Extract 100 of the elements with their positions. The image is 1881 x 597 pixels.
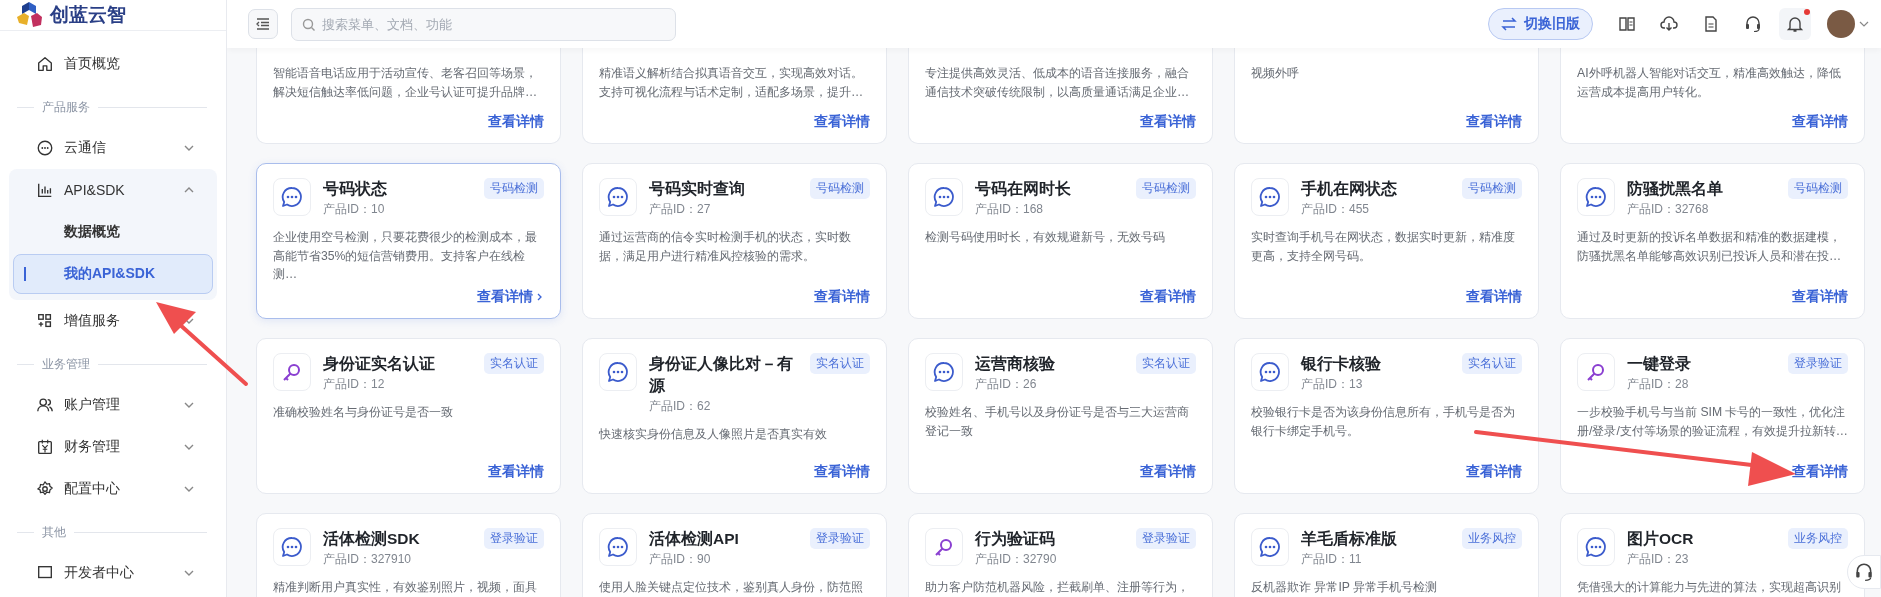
- support-button[interactable]: [1847, 555, 1881, 589]
- product-id: 产品ID：10: [323, 201, 386, 218]
- product-card[interactable]: 精准语义解析结合拟真语音交互，实现高效对话。支持可视化流程与话术定制，适配多场景，提升… 查看详情: [582, 48, 887, 144]
- card-title: 活体检测SDK: [323, 529, 421, 549]
- sidebar-subitem[interactable]: 数据概览: [13, 212, 213, 252]
- product-id: 产品ID：27: [649, 201, 712, 218]
- details-link[interactable]: 查看详情: [814, 463, 870, 481]
- sidebar-item[interactable]: 云通信: [9, 128, 217, 168]
- product-id: 产品ID：11: [1301, 551, 1363, 568]
- chat-bubble-icon: [36, 139, 54, 157]
- collapse-menu-button[interactable]: [248, 9, 278, 39]
- details-link[interactable]: 查看详情: [1466, 288, 1522, 306]
- card-title: 手机在网状态: [1301, 179, 1398, 199]
- category-tag: 业务风控: [1788, 528, 1848, 549]
- product-card[interactable]: 身份证实名认证 产品ID：12 实名认证 准确校验姓名与身份证号是否一致 查看详情: [256, 338, 561, 494]
- card-description: 精准语义解析结合拟真语音交互，实现高效对话。支持可视化流程与话术定制，适配多场景，提升…: [599, 65, 865, 101]
- product-card[interactable]: 身份证人像比对－有源 产品ID：62 实名认证 快速核实身份信息及人像照片是否真实有效 查看详情: [582, 338, 887, 494]
- sidebar-item[interactable]: 首页概览: [9, 44, 217, 84]
- card-title: 防骚扰黑名单: [1627, 179, 1724, 199]
- product-card[interactable]: 行为验证码 产品ID：32790 登录验证 助力客户防范机器风险，拦截刷单、注册等行为，: [908, 513, 1213, 597]
- category-tag: 实名认证: [810, 353, 870, 374]
- product-card[interactable]: 手机在网状态 产品ID：455 号码检测 实时查询手机号在网状态，数据实时更新，精准度更高，支持全网号码。 查看详情: [1234, 163, 1539, 319]
- category-tag: 号码检测: [1788, 178, 1848, 199]
- search-field[interactable]: 搜索菜单、文档、功能: [291, 7, 676, 41]
- card-title: 行为验证码: [975, 529, 1056, 549]
- details-link[interactable]: 查看详情: [814, 288, 870, 306]
- card-description: 精准判断用户真实性，有效鉴别照片，视频，面具: [273, 579, 538, 596]
- section-heading: 产品服务: [42, 98, 90, 116]
- card-description: 视频外呼: [1251, 65, 1300, 82]
- details-link[interactable]: 查看详情: [1140, 288, 1196, 306]
- sidebar-subitem[interactable]: 我的API&SDK: [13, 254, 213, 294]
- home-icon: [36, 55, 54, 73]
- product-card[interactable]: 运营商核验 产品ID：26 实名认证 校验姓名、手机号以及身份证号是否与三大运营商登记一致 查看详情: [908, 338, 1213, 494]
- chat-bubble-icon: [1258, 360, 1282, 384]
- details-link[interactable]: 查看详情: [1792, 463, 1848, 481]
- headset-icon: [1854, 562, 1874, 582]
- details-link[interactable]: 查看详情: [1792, 288, 1848, 306]
- details-link[interactable]: 查看详情: [1466, 463, 1522, 481]
- card-description: 凭借强大的计算能力与先进的算法，实现超高识别: [1577, 579, 1842, 596]
- card-title: 身份证实名认证: [323, 354, 436, 374]
- card-title: 活体检测API: [649, 529, 740, 549]
- details-link[interactable]: 查看详情: [488, 113, 544, 131]
- product-card[interactable]: 活体检测SDK 产品ID：327910 登录验证 精准判断用户真实性，有效鉴别照片，视频，面具: [256, 513, 561, 597]
- product-card[interactable]: 视频外呼 查看详情: [1234, 48, 1539, 144]
- sidebar-item[interactable]: 账户管理: [9, 385, 217, 425]
- card-title: 一键登录: [1627, 354, 1692, 374]
- details-link[interactable]: 查看详情: [1792, 113, 1848, 131]
- details-link[interactable]: 查看详情: [477, 288, 544, 306]
- product-card[interactable]: 一键登录 产品ID：28 登录验证 一步校验手机号与当前 SIM 卡号的一致性，优化注册/登录/支付等场景的验证流程，有效提升拉新转… 查看详情: [1560, 338, 1865, 494]
- product-card[interactable]: 号码在网时长 产品ID：168 号码检测 检测号码使用时长，有效规避新号，无效号码 查看详情: [908, 163, 1213, 319]
- product-card[interactable]: 活体检测API 产品ID：90 登录验证 使用人脸关键点定位技术，鉴别真人身份，防范照: [582, 513, 887, 597]
- switch-version-button[interactable]: 切换旧版: [1488, 8, 1593, 40]
- card-title: 号码状态: [323, 179, 388, 199]
- category-tag: 实名认证: [484, 353, 544, 374]
- chat-bubble-icon: [1584, 185, 1608, 209]
- avatar[interactable]: [1827, 10, 1855, 38]
- details-link[interactable]: 查看详情: [1466, 113, 1522, 131]
- logo-text: 创蓝云智: [50, 3, 126, 27]
- card-description: 专注提供高效灵活、低成本的语音连接服务，融合通信技术突破传统限制，以高质量通话满足企业…: [925, 65, 1191, 101]
- sidebar-item[interactable]: 配置中心: [9, 469, 217, 509]
- chat-bubble-icon: [932, 185, 956, 209]
- product-id: 产品ID：90: [649, 551, 712, 568]
- card-title: 号码在网时长: [975, 179, 1072, 199]
- product-card[interactable]: 专注提供高效灵活、低成本的语音连接服务，融合通信技术突破传统限制，以高质量通话满足企业… 查看详情: [908, 48, 1213, 144]
- details-link[interactable]: 查看详情: [814, 113, 870, 131]
- notifications-button[interactable]: [1779, 8, 1811, 40]
- settings-icon: [36, 480, 54, 498]
- product-id: 产品ID：12: [323, 376, 386, 393]
- product-card[interactable]: 智能语音电话应用于活动宣传、老客召回等场景，解决短信触达率低问题，企业号认证可提升品牌… 查看详情: [256, 48, 561, 144]
- product-card[interactable]: 号码状态 产品ID：10 号码检测 企业使用空号检测，只要花费很少的检测成本，最高能节省35%的短信营销费用。支持客户在线检测… 查看详情: [256, 163, 561, 319]
- card-description: 检测号码使用时长，有效规避新号，无效号码: [925, 229, 1166, 246]
- document-icon: [1702, 15, 1720, 33]
- product-card[interactable]: AI外呼机器人智能对话交互，精准高效触达，降低运营成本提高用户转化。 查看详情: [1560, 48, 1865, 144]
- details-link[interactable]: 查看详情: [1140, 463, 1196, 481]
- details-link[interactable]: 查看详情: [488, 463, 544, 481]
- sidebar-item[interactable]: 开发者中心: [9, 553, 217, 593]
- card-description: 通过运营商的信令实时检测手机的状态，实时数据，满足用户进行精准风控核验的需求。: [599, 229, 852, 265]
- product-card[interactable]: 银行卡核验 产品ID：13 实名认证 校验银行卡是否为该身份信息所有，手机号是否为银行卡绑定手机号。 查看详情: [1234, 338, 1539, 494]
- card-description: 校验银行卡是否为该身份信息所有，手机号是否为银行卡绑定手机号。: [1251, 404, 1516, 440]
- product-card[interactable]: 羊毛盾标准版 产品ID：11 业务风控 反机器欺诈 异常IP 异常手机号检测: [1234, 513, 1539, 597]
- card-title: 身份证人像比对－有源: [649, 354, 794, 396]
- caret-icon: [1859, 19, 1869, 29]
- headset-icon: [1744, 15, 1762, 33]
- category-tag: 号码检测: [1136, 178, 1196, 199]
- sidebar-item[interactable]: 财务管理: [9, 427, 217, 467]
- product-id: 产品ID：28: [1627, 376, 1690, 393]
- category-tag: 登录验证: [484, 528, 544, 549]
- product-card[interactable]: 图片OCR 产品ID：23 业务风控 凭借强大的计算能力与先进的算法，实现超高识别: [1560, 513, 1865, 597]
- product-id: 产品ID：32768: [1627, 201, 1710, 218]
- menu-icon: [255, 16, 271, 32]
- calendar-icon: [36, 438, 54, 456]
- card-description: 通过及时更新的投诉名单数据和精准的数据建模，防骚扰黑名单能够高效识别已投诉人员和潜在投…: [1577, 229, 1843, 265]
- product-card[interactable]: 号码实时查询 产品ID：27 号码检测 通过运营商的信令实时检测手机的状态，实时数据，满足用户进行精准风控核验的需求。 查看详情: [582, 163, 887, 319]
- sidebar-item[interactable]: API&SDK: [9, 170, 217, 210]
- chat-bubble-icon: [280, 185, 304, 209]
- card-description: 校验姓名、手机号以及身份证号是否与三大运营商登记一致: [925, 404, 1190, 440]
- details-link[interactable]: 查看详情: [1140, 113, 1196, 131]
- card-title: 运营商核验: [975, 354, 1056, 374]
- category-tag: 业务风控: [1462, 528, 1522, 549]
- product-card[interactable]: 防骚扰黑名单 产品ID：32768 号码检测 通过及时更新的投诉名单数据和精准的数据建模，防骚扰黑名单能够高效识别已投诉人员和潜在投… 查看详情: [1560, 163, 1865, 319]
